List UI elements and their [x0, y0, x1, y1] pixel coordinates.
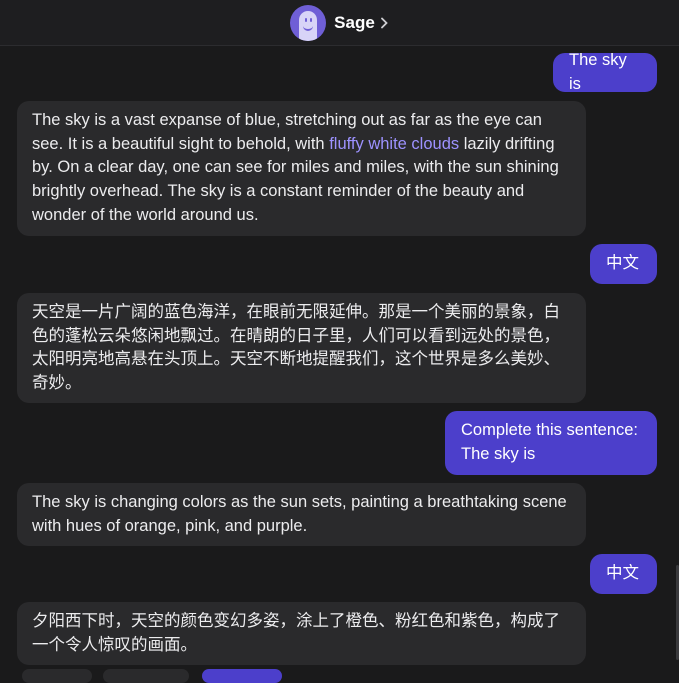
message-text: 夕阳西下时，天空的颜色变幻多姿，涂上了橙色、粉红色和紫色，构成了一个令人惊叹的画…: [32, 612, 560, 654]
bot-message: The sky is changing colors as the sun se…: [17, 483, 586, 546]
chat-header: Sage: [0, 0, 679, 46]
message-text: Complete this sentence: The sky is: [461, 421, 639, 463]
bot-name[interactable]: Sage: [334, 13, 375, 33]
message-text: 中文: [606, 564, 639, 583]
action-chip[interactable]: [202, 669, 282, 683]
user-message: 中文: [590, 554, 657, 594]
chevron-right-icon[interactable]: [379, 17, 389, 29]
user-message: 中文: [590, 244, 657, 284]
message-text: The sky is: [569, 50, 627, 93]
bot-avatar[interactable]: [290, 4, 327, 41]
bot-message: 夕阳西下时，天空的颜色变幻多姿，涂上了橙色、粉红色和紫色，构成了一个令人惊叹的画…: [17, 602, 586, 665]
message-text: The sky is changing colors as the sun se…: [32, 493, 567, 535]
avatar-eye-left: [305, 17, 308, 22]
message-link[interactable]: fluffy white clouds: [329, 135, 459, 153]
avatar-eye-right: [310, 17, 313, 22]
user-message: The sky is: [553, 51, 657, 93]
action-chip[interactable]: [103, 669, 189, 683]
message-text: 中文: [606, 254, 639, 273]
action-chip[interactable]: [22, 669, 92, 683]
message-text: 天空是一片广阔的蓝色海洋，在眼前无限延伸。那是一个美丽的景象，白色的蓬松云朵悠闲…: [32, 303, 560, 393]
bot-message: 天空是一片广阔的蓝色海洋，在眼前无限延伸。那是一个美丽的景象，白色的蓬松云朵悠闲…: [17, 293, 586, 403]
bot-message: The sky is a vast expanse of blue, stret…: [17, 101, 586, 236]
user-message: Complete this sentence: The sky is: [445, 411, 657, 475]
